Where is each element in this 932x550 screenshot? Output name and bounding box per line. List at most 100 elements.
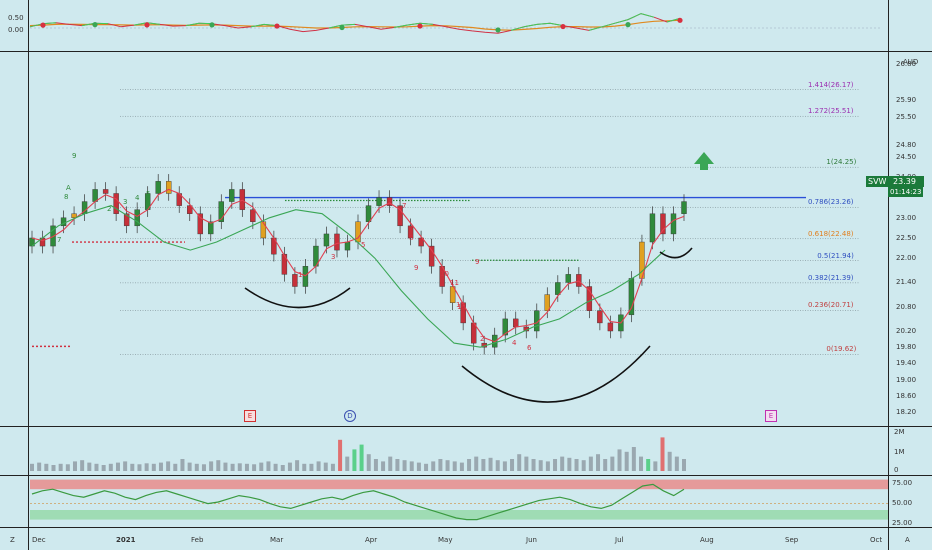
fib-label: 1.414(26.17) [808,80,854,89]
osc-tick-0: 0.50 [8,14,24,22]
volume-bar [359,444,364,471]
price-panel: 12345678991011121398723 4 5A [29,89,860,403]
volume-bar [395,459,400,471]
volume-bar [474,456,479,471]
volume-bar [338,439,343,471]
volume-bar [352,449,357,471]
volume-bar [309,463,314,471]
volume-bar [158,462,163,471]
x-tick: Jul [615,536,624,544]
volume-bar [639,456,644,471]
candle-body [302,266,309,287]
osc-cross-dot [625,22,631,28]
right-shoulder-arc [659,247,693,259]
count-green: 9 [72,152,76,160]
volume-bar [316,461,321,471]
osc-tick-1: 0.00 [8,26,24,34]
volume-bar [201,464,206,471]
volume-bar [230,463,235,471]
osc-cross-dot [495,27,501,33]
volume-bar [502,461,507,471]
volume-bar [660,437,665,471]
candle-body [670,213,677,235]
event-marker-earnings-1[interactable]: E [244,410,256,422]
volume-bar [123,461,128,471]
x-marker-left[interactable]: Z [10,536,15,544]
volume-bar [137,464,142,471]
candle-body [155,181,161,194]
volume-bar [180,459,185,471]
volume-bar [646,459,651,471]
price-tick: 24.80 [896,140,917,149]
price-tick: 20.20 [896,327,917,335]
price-tick: 21.40 [896,278,917,287]
vol-tick-0: 2M [894,428,905,436]
volume-bar [588,456,593,471]
event-label: E [768,412,774,420]
event-marker-earnings-2[interactable]: E [765,410,777,422]
event-label: E [247,412,253,420]
rsi-panel [30,479,888,521]
x-marker-right[interactable]: A [905,536,910,544]
event-marker-dividend[interactable]: D [344,410,356,422]
volume-bar [237,463,242,471]
volume-bar [345,456,350,471]
osc-fast-segment [640,13,655,18]
volume-bar [295,460,300,471]
event-label: D [347,412,353,420]
price-tick: 19.00 [896,375,917,384]
volume-bar [388,456,393,471]
volume-bar [682,459,686,471]
fib-label: 0.618(22.48) [808,229,854,238]
price-value: 23.39 [893,177,916,186]
candle-body [365,205,372,222]
count-green: 3 [123,198,127,206]
volume-bar [488,457,493,471]
candle-body [607,322,614,332]
price-tick: 24.50 [896,153,917,162]
volume-bar [459,462,464,471]
volume-bar [51,465,56,471]
candle-body [250,209,256,222]
volume-bar [259,462,264,471]
volume-bar [510,459,515,471]
count-red: 5 [361,241,365,249]
volume-bar [65,464,70,471]
volume-bar [287,462,292,471]
osc-cross-dot [417,23,423,29]
count-red: 3 [331,253,335,261]
volume-bar [244,463,249,471]
x-tick: 2021 [116,536,136,544]
price-tick: 19.40 [896,359,917,368]
candle-body [555,282,561,295]
fib-label: 0.5(21.94) [817,251,854,260]
fib-label: 1.272(25.51) [808,107,854,116]
symbol-label: SVW [868,177,887,186]
volume-bar [610,456,615,471]
price-tick: 20.80 [896,302,917,311]
rsi-separator [0,527,932,528]
count-green: A [66,184,71,192]
candle-body [239,189,246,210]
volume-bar [667,451,672,471]
volume-bar [194,463,199,471]
candle-body [428,245,435,267]
candle-body [92,189,98,202]
count-green: 4 [135,194,140,202]
count-red: 9 [414,264,418,272]
candle-body [197,213,203,235]
candle-body [565,274,572,283]
volume-bar [581,460,586,471]
volume-bar [223,462,228,471]
count-red: 10 [440,270,449,278]
volume-bar [631,447,636,471]
rsi-tick-1: 50.00 [892,499,913,507]
volume-bar [216,460,221,471]
volume-bar [431,461,436,471]
volume-bar [366,454,371,471]
price-tick: 22.00 [896,254,917,263]
candle-body [292,274,298,287]
vol-tick-1: 1M [894,448,905,456]
volume-bar [596,454,601,471]
price-tag: SVW 23.39 [866,176,924,187]
